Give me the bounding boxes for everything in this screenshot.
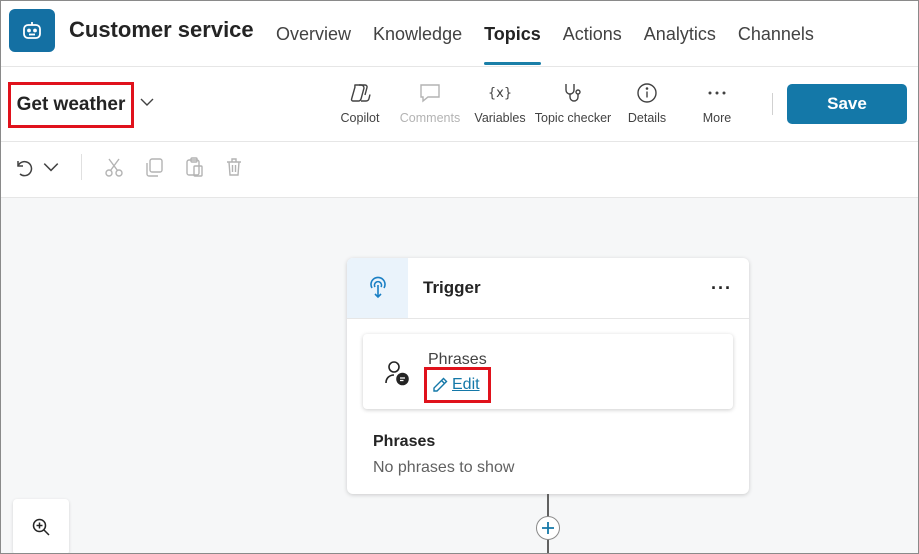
person-chat-icon — [385, 361, 409, 386]
tab-overview[interactable]: Overview — [265, 1, 362, 67]
chevron-down-icon[interactable] — [139, 94, 155, 110]
toolbar-divider — [772, 93, 773, 115]
more-icon — [705, 81, 729, 105]
info-icon — [635, 81, 659, 105]
app-window: Customer service Overview Knowledge Topi… — [0, 0, 919, 554]
tab-channels[interactable]: Channels — [727, 1, 825, 67]
comment-icon — [418, 81, 442, 105]
trigger-title: Trigger — [423, 278, 481, 297]
trigger-node[interactable]: Trigger ··· Phrases Edit Phrases No phra… — [347, 258, 749, 494]
edit-bar — [1, 142, 918, 198]
plus-icon — [542, 522, 554, 534]
details-label: Details — [627, 111, 667, 125]
delete-icon[interactable] — [222, 155, 246, 179]
paste-icon[interactable] — [182, 155, 206, 179]
tab-knowledge[interactable]: Knowledge — [362, 1, 473, 67]
comments-button[interactable]: Comments — [390, 81, 470, 131]
more-button[interactable]: More — [677, 81, 757, 131]
details-button[interactable]: Details — [607, 81, 687, 131]
copilot-label: Copilot — [340, 111, 380, 125]
edit-phrases-link[interactable]: Edit — [424, 367, 491, 403]
variables-icon: {x} — [488, 81, 512, 105]
copilot-button[interactable]: Copilot — [320, 81, 400, 131]
topic-checker-label: Topic checker — [534, 111, 612, 125]
zoom-in-icon — [32, 518, 50, 536]
phrases-section-label: Phrases — [373, 433, 436, 450]
authoring-canvas[interactable]: Trigger ··· Phrases Edit Phrases No phra… — [1, 198, 918, 553]
chevron-down-icon[interactable] — [39, 155, 63, 179]
tab-analytics[interactable]: Analytics — [633, 1, 727, 67]
tab-bar: Overview Knowledge Topics Actions Analyt… — [265, 1, 825, 67]
topic-name: Get weather — [16, 94, 126, 115]
stethoscope-icon — [561, 81, 585, 105]
save-button[interactable]: Save — [787, 84, 907, 124]
svg-text:{x}: {x} — [488, 86, 512, 101]
variables-button[interactable]: {x} Variables — [460, 81, 540, 131]
node-more-icon[interactable]: ··· — [711, 278, 732, 299]
top-nav: Customer service Overview Knowledge Topi… — [1, 1, 918, 67]
add-node-button[interactable] — [536, 516, 560, 540]
tab-actions[interactable]: Actions — [552, 1, 633, 67]
bot-icon[interactable] — [9, 9, 55, 52]
undo-icon[interactable] — [11, 155, 35, 179]
edit-link-label: Edit — [452, 376, 480, 393]
topic-toolbar: Get weather Copilot Comments {x} Variabl… — [1, 67, 918, 142]
pencil-icon — [433, 377, 448, 392]
comments-label: Comments — [399, 111, 461, 125]
copy-icon[interactable] — [142, 155, 166, 179]
more-label: More — [702, 111, 732, 125]
topic-checker-button[interactable]: Topic checker — [533, 81, 613, 131]
tab-topics[interactable]: Topics — [473, 1, 552, 67]
topic-name-highlight[interactable]: Get weather — [8, 82, 134, 128]
cut-icon[interactable] — [102, 155, 126, 179]
phrases-card: Phrases Edit — [363, 334, 733, 409]
variables-label: Variables — [474, 111, 526, 125]
editbar-divider — [81, 154, 82, 180]
zoom-button[interactable] — [13, 499, 69, 553]
trigger-node-header: Trigger ··· — [347, 258, 749, 319]
app-title: Customer service — [69, 17, 254, 42]
trigger-icon — [347, 258, 408, 318]
phrases-empty-text: No phrases to show — [373, 459, 515, 476]
copilot-icon — [348, 81, 372, 105]
